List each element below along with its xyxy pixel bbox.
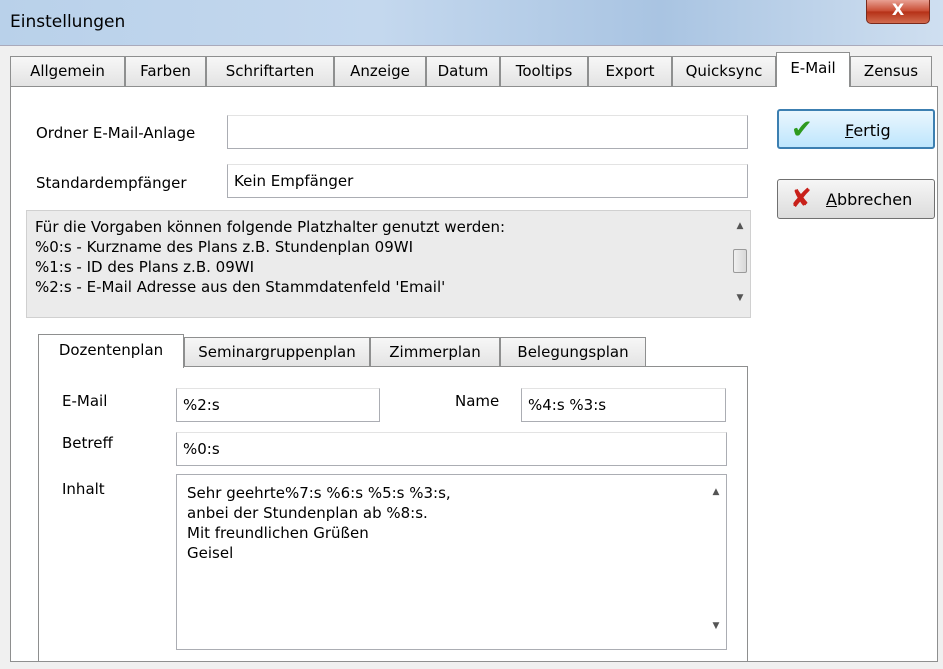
tab-export[interactable]: Export bbox=[588, 56, 672, 86]
tab-anzeige[interactable]: Anzeige bbox=[334, 56, 426, 86]
fertig-label: Fertig bbox=[845, 121, 891, 140]
name-input[interactable]: %4:s %3:s bbox=[521, 388, 726, 422]
inhalt-scrollbar[interactable]: ▲ ▼ bbox=[706, 475, 726, 649]
ordner-input[interactable] bbox=[227, 115, 748, 149]
content-line: anbei der Stundenplan ab %8:s. bbox=[187, 504, 428, 522]
content-line: Mit freundlichen Grüßen bbox=[187, 524, 369, 542]
title-bar[interactable]: Einstellungen X bbox=[0, 0, 943, 46]
info-line: %0:s - Kurzname des Plans z.B. Stundenpl… bbox=[35, 238, 414, 256]
abbrechen-button[interactable]: ✘ Abbrechen bbox=[777, 179, 935, 219]
subtab-seminargruppenplan[interactable]: Seminargruppenplan bbox=[184, 337, 370, 367]
info-scrollbar[interactable]: ▲ ▼ bbox=[730, 211, 750, 317]
scroll-down-icon[interactable]: ▼ bbox=[710, 621, 722, 631]
scroll-thumb[interactable] bbox=[733, 249, 747, 273]
check-icon: ✔ bbox=[791, 115, 813, 145]
betreff-input[interactable]: %0:s bbox=[176, 432, 727, 466]
tab-tooltips[interactable]: Tooltips bbox=[500, 56, 588, 86]
name-label: Name bbox=[455, 392, 500, 410]
tab-quicksync[interactable]: Quicksync bbox=[672, 56, 776, 86]
scroll-up-icon[interactable]: ▲ bbox=[734, 221, 746, 231]
content-line: Geisel bbox=[187, 544, 234, 562]
tab-schriftarten[interactable]: Schriftarten bbox=[206, 56, 334, 86]
inhalt-label: Inhalt bbox=[62, 480, 105, 498]
info-line: %1:s - ID des Plans z.B. 09WI bbox=[35, 258, 254, 276]
tab-farben[interactable]: Farben bbox=[125, 56, 206, 86]
standard-label: Standardempfänger bbox=[36, 174, 187, 192]
email-input[interactable]: %2:s bbox=[176, 388, 380, 422]
subtab-dozentenplan[interactable]: Dozentenplan bbox=[38, 334, 184, 368]
settings-window: Einstellungen X Allgemein Farben Schrift… bbox=[0, 0, 943, 669]
scroll-up-icon[interactable]: ▲ bbox=[710, 487, 722, 497]
subtab-belegungsplan[interactable]: Belegungsplan bbox=[500, 337, 646, 367]
close-icon: X bbox=[891, 0, 905, 19]
info-line: %2:s - E-Mail Adresse aus den Stammdaten… bbox=[35, 278, 446, 296]
info-line: Für die Vorgaben können folgende Platzha… bbox=[35, 218, 506, 236]
inhalt-textarea[interactable]: Sehr geehrte%7:s %6:s %5:s %3:s, anbei d… bbox=[176, 474, 727, 650]
ordner-label: Ordner E-Mail-Anlage bbox=[36, 124, 196, 142]
scroll-down-icon[interactable]: ▼ bbox=[734, 293, 746, 303]
standard-input[interactable]: Kein Empfänger bbox=[227, 164, 748, 198]
cross-icon: ✘ bbox=[790, 184, 812, 214]
content-line: Sehr geehrte%7:s %6:s %5:s %3:s, bbox=[187, 484, 451, 502]
subtab-zimmerplan[interactable]: Zimmerplan bbox=[370, 337, 500, 367]
window-title: Einstellungen bbox=[10, 12, 126, 32]
tab-zensus[interactable]: Zensus bbox=[850, 56, 932, 86]
tab-datum[interactable]: Datum bbox=[426, 56, 500, 86]
placeholder-info-box: Für die Vorgaben können folgende Platzha… bbox=[26, 210, 751, 318]
abbrechen-label: Abbrechen bbox=[826, 190, 913, 209]
fertig-button[interactable]: ✔ Fertig bbox=[777, 109, 935, 149]
close-button[interactable]: X bbox=[866, 0, 930, 24]
betreff-label: Betreff bbox=[62, 434, 113, 452]
tab-email[interactable]: E-Mail bbox=[776, 52, 850, 87]
tab-allgemein[interactable]: Allgemein bbox=[10, 56, 125, 86]
email-label: E-Mail bbox=[62, 392, 108, 410]
